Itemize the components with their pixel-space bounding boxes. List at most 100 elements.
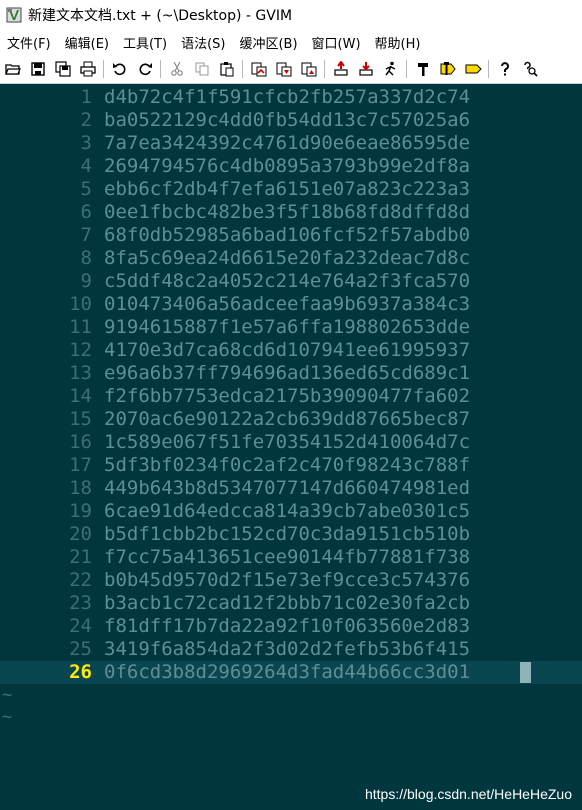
- line-number: 7: [80, 224, 92, 246]
- line-number: 11: [69, 316, 92, 338]
- save-icon[interactable]: [28, 59, 48, 79]
- line-text[interactable]: ebb6cf2db4f7efa6151e07a823c223a3: [104, 178, 470, 201]
- text-line[interactable]: 14 f2f6bb7753edca2175b39090477fa602: [0, 385, 582, 408]
- toolbar-separator: [242, 60, 243, 78]
- find-next-icon[interactable]: [274, 59, 294, 79]
- make-icon[interactable]: [413, 59, 433, 79]
- line-number: 19: [69, 500, 92, 522]
- menu-help[interactable]: 帮助(H): [368, 33, 428, 52]
- redo-icon[interactable]: [135, 59, 155, 79]
- line-text[interactable]: f81dff17b7da22a92f10f063560e2d83: [104, 615, 470, 638]
- text-line[interactable]: 17 5df3bf0234f0c2af2c470f98243c788f: [0, 454, 582, 477]
- line-number: 6: [80, 201, 92, 223]
- line-number: 3: [80, 132, 92, 154]
- line-text[interactable]: 4170e3d7ca68cd6d107941ee61995937: [104, 339, 470, 362]
- text-line[interactable]: 3 7a7ea3424392c4761d90e6eae86595de: [0, 132, 582, 155]
- line-text[interactable]: ba0522129c4dd0fb54dd13c7c57025a6: [104, 109, 470, 132]
- line-text[interactable]: d4b72c4f1f591cfcb2fb257a337d2c74: [104, 86, 470, 109]
- text-line[interactable]: 15 2070ac6e90122a2cb639dd87665bec87: [0, 408, 582, 431]
- text-line[interactable]: 25 3419f6a854da2f3d02d2fefb53b6f415: [0, 638, 582, 661]
- text-line[interactable]: 19 6cae91d64edcca814a39cb7abe0301c5: [0, 500, 582, 523]
- line-number: 15: [69, 408, 92, 430]
- run-ctags-icon[interactable]: [438, 59, 458, 79]
- menu-buffers[interactable]: 缓冲区(B): [232, 33, 304, 52]
- line-text[interactable]: 1c589e067f51fe70354152d410064d7c: [104, 431, 470, 454]
- tag-jump-icon[interactable]: [463, 59, 483, 79]
- text-line[interactable]: 20 b5df1cbb2bc152cd70c3da9151cb510b: [0, 523, 582, 546]
- line-number: 17: [69, 454, 92, 476]
- save-session-icon[interactable]: [356, 59, 376, 79]
- line-text[interactable]: 2694794576c4db0895a3793b99e2df8a: [104, 155, 470, 178]
- line-text[interactable]: 010473406a56adceefaa9b6937a384c3: [104, 293, 470, 316]
- line-text[interactable]: 5df3bf0234f0c2af2c470f98243c788f: [104, 454, 470, 477]
- line-text[interactable]: b0b45d9570d2f15e73ef9cce3c574376: [104, 569, 470, 592]
- find-help-icon[interactable]: [520, 59, 540, 79]
- text-line[interactable]: 21 f7cc75a413651cee90144fb77881f738: [0, 546, 582, 569]
- text-line[interactable]: 9 c5ddf48c2a4052c214e764a2f3fca570: [0, 270, 582, 293]
- line-text[interactable]: 8fa5c69ea24d6615e20fa232deac7d8c: [104, 247, 470, 270]
- text-line[interactable]: 10 010473406a56adceefaa9b6937a384c3: [0, 293, 582, 316]
- print-icon[interactable]: [78, 59, 98, 79]
- line-text[interactable]: f7cc75a413651cee90144fb77881f738: [104, 546, 470, 569]
- toolbar-separator: [406, 60, 407, 78]
- undo-icon[interactable]: [110, 59, 130, 79]
- line-number: 8: [80, 247, 92, 269]
- line-number: 18: [69, 477, 92, 499]
- text-line[interactable]: 4 2694794576c4db0895a3793b99e2df8a: [0, 155, 582, 178]
- text-line[interactable]: 23 b3acb1c72cad12f2bbb71c02e30fa2cb: [0, 592, 582, 615]
- text-line[interactable]: 1 d4b72c4f1f591cfcb2fb257a337d2c74: [0, 86, 582, 109]
- find-prev-icon[interactable]: [299, 59, 319, 79]
- line-text[interactable]: 0ee1fbcbc482be3f5f18b68fd8dffd8d: [104, 201, 470, 224]
- line-text[interactable]: b3acb1c72cad12f2bbb71c02e30fa2cb: [104, 592, 470, 615]
- line-text[interactable]: e96a6b37ff794696ad136ed65cd689c1: [104, 362, 470, 385]
- menu-syntax[interactable]: 语法(S): [174, 33, 232, 52]
- line-text[interactable]: c5ddf48c2a4052c214e764a2f3fca570: [104, 270, 470, 293]
- paste-icon[interactable]: [217, 59, 237, 79]
- line-text[interactable]: 0f6cd3b8d2969264d3fad44b66cc3d01: [104, 661, 470, 684]
- text-line[interactable]: 12 4170e3d7ca68cd6d107941ee61995937: [0, 339, 582, 362]
- end-of-buffer-tilde: ~: [2, 685, 13, 705]
- line-text[interactable]: 449b643b8d5347077147d660474981ed: [104, 477, 470, 500]
- line-number: 25: [69, 638, 92, 660]
- line-text[interactable]: 7a7ea3424392c4761d90e6eae86595de: [104, 132, 470, 155]
- open-icon[interactable]: [3, 59, 23, 79]
- text-line[interactable]: 16 1c589e067f51fe70354152d410064d7c: [0, 431, 582, 454]
- line-text[interactable]: 6cae91d64edcca814a39cb7abe0301c5: [104, 500, 470, 523]
- menu-tools[interactable]: 工具(T): [116, 33, 174, 52]
- text-line[interactable]: 13 e96a6b37ff794696ad136ed65cd689c1: [0, 362, 582, 385]
- run-script-icon[interactable]: [381, 59, 401, 79]
- line-text[interactable]: b5df1cbb2bc152cd70c3da9151cb510b: [104, 523, 470, 546]
- cut-icon[interactable]: [167, 59, 187, 79]
- gvim-app-icon[interactable]: [6, 7, 22, 23]
- menu-edit[interactable]: 编辑(E): [58, 33, 116, 52]
- text-line[interactable]: 7 68f0db52985a6bad106fcf52f57abdb0: [0, 224, 582, 247]
- line-number: 13: [69, 362, 92, 384]
- menu-window[interactable]: 窗口(W): [305, 33, 368, 52]
- text-line[interactable]: 8 8fa5c69ea24d6615e20fa232deac7d8c: [0, 247, 582, 270]
- editor-area[interactable]: 1 d4b72c4f1f591cfcb2fb257a337d2c74 2 ba0522…: [0, 84, 582, 810]
- toolbar-separator: [324, 60, 325, 78]
- line-text[interactable]: f2f6bb7753edca2175b39090477fa602: [104, 385, 470, 408]
- line-text[interactable]: 68f0db52985a6bad106fcf52f57abdb0: [104, 224, 470, 247]
- line-text[interactable]: 2070ac6e90122a2cb639dd87665bec87: [104, 408, 470, 431]
- line-text[interactable]: 9194615887f1e57a6ffa198802653dde: [104, 316, 470, 339]
- save-all-icon[interactable]: [53, 59, 73, 79]
- text-line[interactable]: 6 0ee1fbcbc482be3f5f18b68fd8dffd8d: [0, 201, 582, 224]
- menu-file[interactable]: 文件(F): [0, 33, 58, 52]
- text-cursor: [520, 662, 531, 683]
- copy-icon[interactable]: [192, 59, 212, 79]
- text-line[interactable]: 26 0f6cd3b8d2969264d3fad44b66cc3d01: [0, 661, 582, 684]
- find-replace-icon[interactable]: [249, 59, 269, 79]
- text-line[interactable]: 2 ba0522129c4dd0fb54dd13c7c57025a6: [0, 109, 582, 132]
- help-icon[interactable]: [495, 59, 515, 79]
- text-line[interactable]: 5 ebb6cf2db4f7efa6151e07a823c223a3: [0, 178, 582, 201]
- text-line[interactable]: 22 b0b45d9570d2f15e73ef9cce3c574376: [0, 569, 582, 592]
- line-text[interactable]: 3419f6a854da2f3d02d2fefb53b6f415: [104, 638, 470, 661]
- text-line[interactable]: 18 449b643b8d5347077147d660474981ed: [0, 477, 582, 500]
- load-session-icon[interactable]: [331, 59, 351, 79]
- line-number: 10: [69, 293, 92, 315]
- line-number: 20: [69, 523, 92, 545]
- text-line[interactable]: 24 f81dff17b7da22a92f10f063560e2d83: [0, 615, 582, 638]
- text-line[interactable]: 11 9194615887f1e57a6ffa198802653dde: [0, 316, 582, 339]
- toolbar-separator: [103, 60, 104, 78]
